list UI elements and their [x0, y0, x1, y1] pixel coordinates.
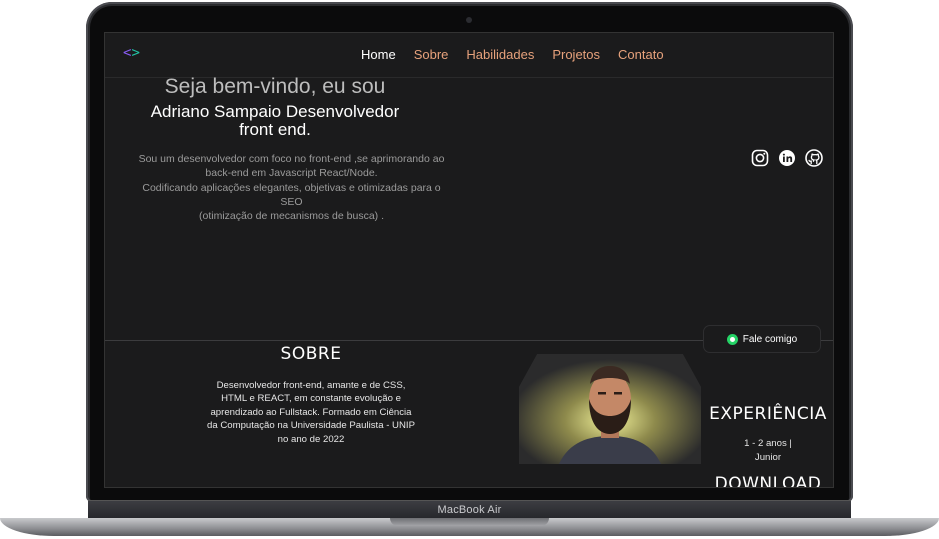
download-button[interactable]: DOWNLOAD	[705, 474, 831, 487]
logo-right-bracket: >	[131, 45, 140, 61]
hero-description-line: Codificando aplicações elegantes, objeti…	[142, 181, 441, 194]
hero-description-line: Sou um desenvolvedor com foco no front-e…	[138, 153, 445, 165]
device-label: MacBook Air	[437, 504, 502, 516]
hero-name-line1: Adriano Sampaio Desenvolvedor	[150, 102, 400, 121]
whatsapp-button[interactable]: Fale comigo	[703, 325, 821, 353]
whatsapp-label: Fale comigo	[742, 333, 798, 345]
nav-contato[interactable]: Contato	[618, 47, 664, 62]
hero-description: Sou um desenvolvedor com foco no front-e…	[119, 152, 464, 223]
hero-name-line2: front end.	[239, 120, 311, 139]
website-screen: <> Home Sobre Habilidades Projetos Conta…	[104, 32, 834, 488]
github-icon[interactable]	[805, 149, 823, 167]
experiencia-years: 1 - 2 anos |	[744, 438, 792, 449]
sobre-line: HTML e REACT, em constante evolução e	[221, 393, 401, 405]
whatsapp-icon	[726, 333, 738, 345]
sobre-line: Desenvolvedor front-end, amante e de CSS…	[216, 380, 406, 391]
profile-photo	[519, 354, 701, 464]
laptop-notch	[390, 518, 549, 526]
sobre-line: aprendizado ao Fullstack. Formado em Ciê…	[210, 406, 412, 418]
hero-description-line: back-end em Javascript React/Node.	[205, 167, 378, 180]
sobre-line: da Computação na Universidade Paulista -…	[207, 420, 415, 432]
linkedin-icon[interactable]	[778, 149, 796, 167]
sobre-title: SOBRE	[280, 344, 342, 364]
experiencia-level: Junior	[754, 452, 782, 463]
hero-description-line: (otimização de mecanismos de busca) .	[199, 210, 384, 223]
sobre-text: Desenvolvedor front-end, amante e de CSS…	[197, 379, 425, 446]
instagram-icon[interactable]	[751, 149, 769, 167]
camera-icon	[466, 17, 472, 23]
nav-home[interactable]: Home	[361, 47, 396, 62]
nav-projetos[interactable]: Projetos	[552, 47, 600, 62]
nav-habilidades[interactable]: Habilidades	[466, 47, 534, 62]
social-links	[751, 149, 823, 167]
hero-greeting: Seja bem-vindo, eu sou	[164, 75, 386, 98]
nav-sobre[interactable]: Sobre	[414, 47, 449, 62]
nav-links: Home Sobre Habilidades Projetos Contato	[361, 47, 664, 62]
hero-description-line: SEO	[280, 195, 303, 208]
experiencia-title: EXPERIÊNCIA	[709, 404, 827, 424]
experiencia-text: 1 - 2 anos | Junior	[725, 437, 811, 465]
navbar: <> Home Sobre Habilidades Projetos Conta…	[105, 33, 833, 78]
hero-name: Adriano Sampaio Desenvolvedor front end.	[115, 103, 435, 139]
code-logo-icon[interactable]: <>	[123, 45, 140, 61]
sobre-line: no ano de 2022	[277, 433, 345, 445]
